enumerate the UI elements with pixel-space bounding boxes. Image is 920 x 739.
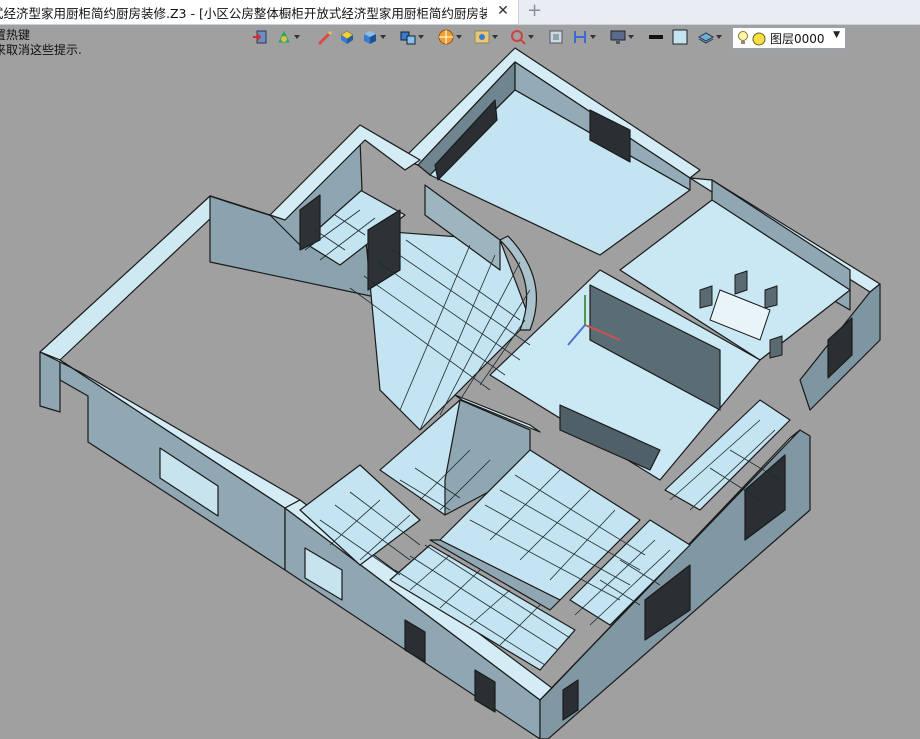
cube-multi-icon — [400, 29, 416, 45]
chevron-down-icon[interactable] — [528, 35, 534, 39]
section-icon — [572, 29, 588, 45]
cube-tool[interactable] — [362, 26, 386, 48]
monitor-tool[interactable] — [610, 26, 634, 48]
cube-blue-icon — [362, 29, 378, 45]
new-tab-icon[interactable]: + — [527, 2, 543, 20]
fill-color-icon — [672, 29, 688, 45]
monitor-icon — [610, 29, 626, 45]
chevron-down-icon[interactable] — [716, 35, 722, 39]
close-tab-icon[interactable]: ✕ — [496, 4, 510, 18]
render-tool[interactable] — [438, 26, 462, 48]
render-icon — [438, 29, 454, 45]
document-tab-bar: 式经济型家用厨柜简约厨房装修.Z3 - [小区公房整体橱柜开放式经济型家用厨柜简… — [0, 0, 920, 25]
view-tool[interactable] — [474, 26, 498, 48]
chevron-down-icon[interactable] — [456, 35, 462, 39]
chevron-down-icon[interactable] — [418, 35, 424, 39]
exit-tool[interactable] — [252, 26, 268, 48]
box-yellow-icon — [339, 29, 355, 45]
fill-color-tool[interactable] — [672, 26, 688, 48]
line-color-tool[interactable] — [648, 26, 664, 48]
frame-tool[interactable] — [548, 26, 564, 48]
chevron-down-icon[interactable]: ▼ — [833, 30, 840, 40]
lightbulb-icon[interactable] — [737, 30, 749, 46]
zoom-icon — [510, 29, 526, 45]
frame-icon — [548, 29, 564, 45]
exit-icon — [252, 29, 268, 45]
layer-stack-tool[interactable] — [697, 26, 722, 48]
box-tool[interactable] — [339, 26, 355, 48]
hotkey-hint: 置热键 来取消这些提示. — [0, 28, 82, 58]
zoom-tool[interactable] — [510, 26, 534, 48]
pencil-icon — [316, 29, 332, 45]
multi-cube-tool[interactable] — [400, 26, 424, 48]
paint-tool[interactable] — [276, 26, 300, 48]
layer-select[interactable]: 图层0000 ▼ — [732, 27, 846, 49]
3d-viewport[interactable] — [0, 0, 920, 739]
layer-stack-icon — [697, 29, 715, 45]
chevron-down-icon[interactable] — [628, 35, 634, 39]
chevron-down-icon[interactable] — [590, 35, 596, 39]
house-model — [39, 47, 881, 739]
paint-icon — [276, 29, 292, 45]
chevron-down-icon[interactable] — [294, 35, 300, 39]
pencil-tool[interactable] — [316, 26, 332, 48]
left-wing-wall-top — [39, 195, 229, 361]
document-tab[interactable]: 式经济型家用厨柜简约厨房装修.Z3 - [小区公房整体橱柜开放式经济型家用厨柜简… — [0, 0, 519, 24]
chevron-down-icon[interactable] — [492, 35, 498, 39]
hint-line-2: 来取消这些提示. — [0, 43, 82, 57]
chevron-down-icon[interactable] — [380, 35, 386, 39]
document-tab-title: 式经济型家用厨柜简约厨房装修.Z3 - [小区公房整体橱柜开放式经济型家用厨柜简… — [0, 5, 487, 21]
view-icon — [474, 29, 490, 45]
section-tool[interactable] — [572, 26, 596, 48]
layer-name: 图层0000 — [770, 31, 825, 46]
line-color-icon — [648, 29, 664, 45]
layer-color-icon[interactable] — [752, 31, 766, 46]
hint-line-1: 置热键 — [0, 28, 31, 42]
